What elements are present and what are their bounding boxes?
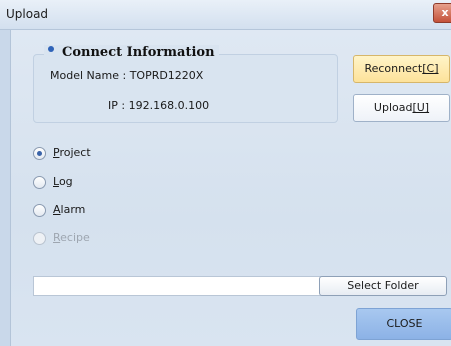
- upload-label: Upload: [373, 101, 413, 114]
- radio-log-label: Log: [53, 175, 73, 188]
- upload-window: Upload x Connect Information Model Name …: [0, 0, 451, 346]
- upload-shortcut: [U]: [412, 101, 430, 114]
- connect-info-heading: Connect Information: [44, 45, 219, 60]
- connect-info-title: Connect Information: [62, 45, 215, 60]
- ip-value: 192.168.0.100: [128, 99, 210, 112]
- reconnect-shortcut: [C]: [422, 62, 439, 75]
- folder-path-field[interactable]: [33, 276, 322, 296]
- model-name-row: Model Name : TOPRD1220X: [50, 69, 203, 82]
- radio-icon[interactable]: [33, 176, 46, 189]
- radio-icon[interactable]: [33, 147, 46, 160]
- radio-recipe-label: Recipe: [53, 231, 90, 244]
- select-folder-button[interactable]: Select Folder: [319, 276, 447, 296]
- radio-icon[interactable]: [33, 204, 46, 217]
- reconnect-label: Reconnect: [364, 62, 423, 75]
- ip-row: IP : 192.168.0.100: [108, 99, 209, 112]
- bullet-icon: [48, 46, 54, 52]
- ip-label: IP :: [108, 99, 126, 112]
- connect-info-group: Connect Information Model Name : TOPRD12…: [33, 45, 338, 123]
- model-name-label: Model Name :: [50, 69, 127, 82]
- reconnect-button[interactable]: Reconnect[C]: [353, 55, 450, 83]
- upload-button[interactable]: Upload[U]: [353, 94, 450, 122]
- radio-project-label: Project: [53, 146, 91, 159]
- close-button[interactable]: CLOSE: [356, 308, 451, 340]
- title-bar: Upload x: [0, 0, 451, 30]
- window-title: Upload: [6, 7, 49, 21]
- close-icon[interactable]: x: [433, 3, 451, 23]
- dialog-body: Connect Information Model Name : TOPRD12…: [10, 30, 451, 346]
- radio-icon: [33, 232, 46, 245]
- radio-alarm-label: Alarm: [53, 203, 86, 216]
- model-name-value: TOPRD1220X: [129, 69, 204, 82]
